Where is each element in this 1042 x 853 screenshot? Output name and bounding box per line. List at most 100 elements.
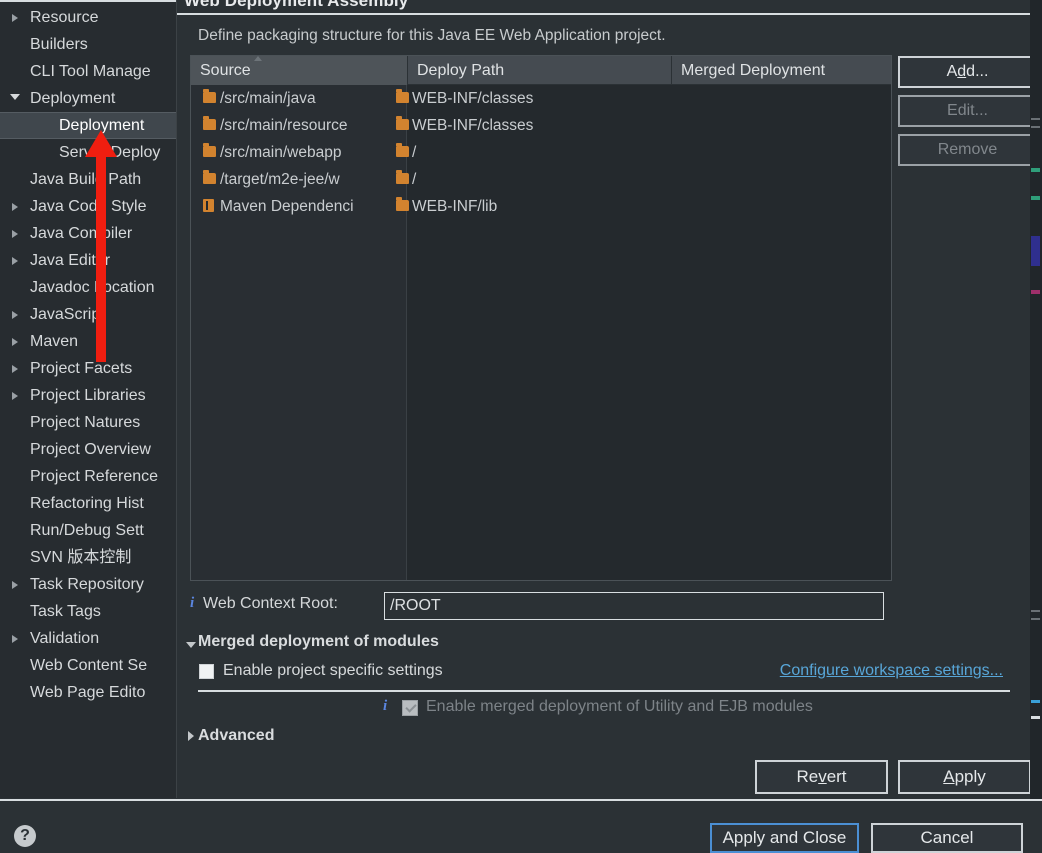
sidebar-item-project-reference[interactable]: Project Reference <box>0 463 176 490</box>
remove-button[interactable]: Remove <box>898 134 1030 166</box>
library-icon <box>203 199 214 212</box>
chevron-down-icon[interactable] <box>10 93 20 104</box>
table-row[interactable]: /target/m2e-jee/w / <box>191 166 891 193</box>
table-header-row[interactable]: Source Deploy Path Merged Deployment <box>191 56 891 85</box>
web-context-root-input[interactable] <box>384 592 884 620</box>
sidebar-item-java-build-path[interactable]: Java Build Path <box>0 166 176 193</box>
sort-indicator-icon <box>254 56 262 61</box>
cancel-button[interactable]: Cancel <box>871 823 1023 853</box>
chevron-right-icon[interactable] <box>12 364 18 373</box>
question-mark-icon[interactable]: ? <box>14 825 36 847</box>
enable-merged-deployment-checkbox[interactable] <box>402 700 418 716</box>
sidebar-item-task-repository[interactable]: Task Repository <box>0 571 176 598</box>
add-button-label: Add... <box>946 63 989 80</box>
sidebar-item-java-compiler[interactable]: Java Compiler <box>0 220 176 247</box>
chevron-right-icon[interactable] <box>12 634 18 643</box>
tree-top-border <box>0 0 176 2</box>
chevron-right-icon[interactable] <box>12 229 18 238</box>
sidebar-item-run-debug-sett[interactable]: Run/Debug Sett <box>0 517 176 544</box>
sidebar-item-maven[interactable]: Maven <box>0 328 176 355</box>
folder-icon <box>396 197 409 211</box>
column-header-source[interactable]: Source <box>191 56 407 85</box>
table-row[interactable]: /src/main/webapp / <box>191 139 891 166</box>
sidebar-item-project-libraries[interactable]: Project Libraries <box>0 382 176 409</box>
sidebar-item-label: Java Compiler <box>30 225 133 242</box>
chevron-right-icon[interactable] <box>12 13 18 22</box>
merged-deployment-group-title: Merged deployment of modules <box>198 633 439 650</box>
sidebar-item-label: CLI Tool Manage <box>30 63 151 80</box>
chevron-right-icon[interactable] <box>12 256 18 265</box>
apply-button-label: Apply <box>943 767 986 786</box>
dialog-bottom-bar: ? Apply and Close Cancel <box>0 799 1042 853</box>
sidebar-item-label: Java Editor <box>30 252 111 269</box>
sidebar-item-project-natures[interactable]: Project Natures <box>0 409 176 436</box>
sidebar-item-label: Project Libraries <box>30 387 146 404</box>
sidebar-item-java-code-style[interactable]: Java Code Style <box>0 193 176 220</box>
cell-source: /src/main/java <box>220 90 316 107</box>
sidebar-item-web-page-edito[interactable]: Web Page Edito <box>0 679 176 706</box>
sidebar-item-label: Project Facets <box>30 360 133 377</box>
sidebar-item-project-overview[interactable]: Project Overview <box>0 436 176 463</box>
advanced-group-title[interactable]: Advanced <box>198 727 274 745</box>
chevron-right-icon[interactable] <box>12 580 18 589</box>
sidebar-item-web-content-se[interactable]: Web Content Se <box>0 652 176 679</box>
sidebar-item-label: Java Code Style <box>30 198 147 215</box>
sidebar-item-label: Web Page Edito <box>30 684 146 701</box>
table-row[interactable]: /src/main/resource WEB-INF/classes <box>191 112 891 139</box>
folder-icon <box>396 170 409 184</box>
sidebar-item-javadoc-location[interactable]: Javadoc Location <box>0 274 176 301</box>
sidebar-item-server-deploy[interactable]: Server Deploy <box>0 139 176 166</box>
add-button[interactable]: Add... <box>898 56 1030 88</box>
background-editor-strip <box>1030 0 1042 845</box>
folder-icon <box>396 143 409 157</box>
table-row[interactable]: /src/main/java WEB-INF/classes <box>191 85 891 112</box>
sidebar-item-label: Refactoring Hist <box>30 495 144 512</box>
sidebar-item-label: Run/Debug Sett <box>30 522 144 539</box>
sidebar-item-refactoring-hist[interactable]: Refactoring Hist <box>0 490 176 517</box>
title-separator <box>177 13 1030 15</box>
sidebar-item-validation[interactable]: Validation <box>0 625 176 652</box>
deployment-assembly-page: Web Deployment Assembly Define packaging… <box>177 0 1030 798</box>
edit-button[interactable]: Edit... <box>898 95 1030 127</box>
apply-button[interactable]: Apply <box>898 760 1030 794</box>
sidebar-item-project-facets[interactable]: Project Facets <box>0 355 176 382</box>
preferences-tree-panel[interactable]: Resource Builders CLI Tool Manage Deploymen… <box>0 0 177 798</box>
cell-source: /src/main/resource <box>220 117 348 134</box>
chevron-right-icon[interactable] <box>12 391 18 400</box>
sidebar-item-label: Builders <box>30 36 88 53</box>
page-description: Define packaging structure for this Java… <box>198 27 666 44</box>
column-header-deploy-path[interactable]: Deploy Path <box>407 56 671 85</box>
sidebar-item-resource[interactable]: Resource <box>0 4 176 31</box>
enable-project-specific-settings-checkbox[interactable] <box>199 664 214 679</box>
table-body[interactable]: /src/main/java WEB-INF/classes/src/main/r… <box>191 85 891 580</box>
chevron-right-icon[interactable] <box>12 337 18 346</box>
cell-deploy-path: / <box>412 144 417 161</box>
folder-icon <box>396 116 409 130</box>
sidebar-item-label: Maven <box>30 333 79 350</box>
web-context-root-label: Web Context Root: <box>203 595 338 612</box>
chevron-right-icon[interactable] <box>12 310 18 319</box>
cell-deploy-path: WEB-INF/lib <box>412 198 498 215</box>
chevron-right-icon[interactable] <box>188 731 194 741</box>
configure-workspace-settings-link[interactable]: Configure workspace settings... <box>780 662 1003 680</box>
sidebar-item-task-tags[interactable]: Task Tags <box>0 598 176 625</box>
sidebar-item-javascript[interactable]: JavaScript <box>0 301 176 328</box>
sidebar-item-label: Web Content Se <box>30 657 148 674</box>
sidebar-item-cli-tool-manage[interactable]: CLI Tool Manage <box>0 58 176 85</box>
deployment-assembly-table[interactable]: Source Deploy Path Merged Deployment /sr… <box>190 55 892 581</box>
chevron-down-icon[interactable] <box>186 642 196 648</box>
chevron-right-icon[interactable] <box>12 202 18 211</box>
sidebar-item-java-editor[interactable]: Java Editor <box>0 247 176 274</box>
sidebar-item-builders[interactable]: Builders <box>0 31 176 58</box>
table-row[interactable]: Maven Dependenci WEB-INF/lib <box>191 193 891 220</box>
sidebar-item-svn[interactable]: SVN 版本控制 <box>0 544 176 571</box>
column-header-merged-deployment[interactable]: Merged Deployment <box>671 56 891 85</box>
preferences-tree-list[interactable]: Resource Builders CLI Tool Manage Deploymen… <box>0 4 176 706</box>
revert-button[interactable]: Revert <box>755 760 888 794</box>
sidebar-item-label: Project Reference <box>30 468 159 485</box>
sidebar-item-deployment[interactable]: Deployment <box>0 85 176 112</box>
sidebar-item-deployment[interactable]: Deployment <box>0 112 176 139</box>
apply-and-close-button[interactable]: Apply and Close <box>710 823 859 853</box>
sidebar-item-label: Task Repository <box>30 576 144 593</box>
sidebar-item-label: Deployment <box>30 90 116 107</box>
